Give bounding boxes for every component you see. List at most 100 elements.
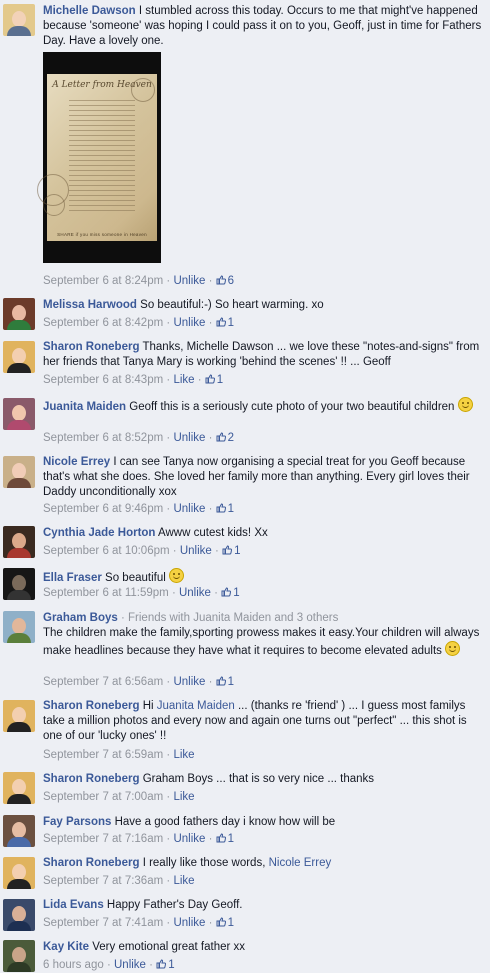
unlike-button[interactable]: Unlike — [173, 676, 205, 688]
comment-text: The children make the family,sporting pr… — [43, 627, 480, 657]
timestamp[interactable]: 6 hours ago — [43, 959, 104, 971]
author-name[interactable]: Nicole Errey — [43, 456, 110, 468]
author-name[interactable]: Sharon Roneberg — [43, 700, 139, 712]
timestamp[interactable]: September 7 at 6:59am — [43, 749, 163, 761]
unlike-button[interactable]: Unlike — [173, 503, 205, 515]
like-count[interactable]: 1 — [221, 587, 240, 599]
avatar[interactable] — [3, 456, 35, 488]
mutual-friends[interactable]: · Friends with Juanita Maiden and 3 othe… — [121, 612, 338, 624]
comment-meta: September 6 at 9:46pm · Unlike · 1 — [43, 503, 235, 515]
comment-meta: September 6 at 8:43pm · Like · 1 — [43, 374, 224, 386]
comment-body: Sharon Roneberg Thanks, Michelle Dawson … — [43, 340, 485, 370]
avatar[interactable] — [3, 4, 35, 36]
mention-link[interactable]: Nicole Errey — [269, 857, 332, 869]
comment-body: Melissa Harwood So beautiful:-) So heart… — [43, 298, 485, 313]
comment-text: Happy Father's Day Geoff. — [106, 899, 243, 911]
thumbs-up-icon — [156, 959, 167, 969]
like-count[interactable]: 1 — [216, 503, 234, 515]
avatar[interactable] — [3, 940, 35, 972]
author-name[interactable]: Juanita Maiden — [43, 401, 126, 413]
comment-body: Michelle Dawson I stumbled across this t… — [43, 4, 485, 49]
timestamp[interactable]: September 6 at 10:06pm — [43, 545, 170, 557]
thumbs-up-icon — [221, 587, 232, 597]
avatar[interactable] — [3, 857, 35, 889]
unlike-button[interactable]: Unlike — [173, 833, 205, 845]
timestamp[interactable]: September 6 at 8:42pm — [43, 317, 163, 329]
comment-meta: 6 hours ago · Unlike · 1 — [43, 959, 175, 971]
avatar[interactable] — [3, 341, 35, 373]
comment-meta: September 6 at 8:24pm · Unlike · 6 — [43, 275, 235, 287]
timestamp[interactable]: September 7 at 7:16am — [43, 833, 163, 845]
comment-body: Kay Kite Very emotional great father xx — [43, 940, 485, 955]
timestamp[interactable]: September 7 at 7:41am — [43, 917, 163, 929]
thumbs-up-icon — [216, 503, 226, 513]
timestamp[interactable]: September 7 at 6:56am — [43, 676, 163, 688]
avatar[interactable] — [3, 611, 35, 643]
author-name[interactable]: Fay Parsons — [43, 816, 111, 828]
like-button[interactable]: Like — [173, 791, 194, 803]
like-count[interactable]: 1 — [156, 959, 175, 971]
comment-body: Fay Parsons Have a good fathers day i kn… — [43, 815, 485, 830]
author-name[interactable]: Cynthia Jade Horton — [43, 527, 155, 539]
thumbs-up-icon — [216, 917, 226, 927]
smile-emoji-icon — [168, 568, 184, 583]
author-name[interactable]: Melissa Harwood — [43, 299, 137, 311]
comment-meta: September 7 at 7:00am · Like — [43, 791, 195, 803]
author-name[interactable]: Sharon Roneberg — [43, 857, 139, 869]
timestamp[interactable]: September 6 at 8:43pm — [43, 374, 163, 386]
unlike-button[interactable]: Unlike — [173, 432, 205, 444]
timestamp[interactable]: September 7 at 7:36am — [43, 875, 163, 887]
like-count[interactable]: 1 — [216, 676, 234, 688]
like-count[interactable]: 1 — [216, 317, 234, 329]
like-button[interactable]: Like — [173, 374, 194, 386]
author-name[interactable]: Ella Fraser — [43, 572, 102, 584]
avatar[interactable] — [3, 526, 35, 558]
timestamp[interactable]: September 6 at 11:59pm — [43, 587, 169, 599]
author-name[interactable]: Kay Kite — [43, 941, 89, 953]
unlike-button[interactable]: Unlike — [173, 317, 205, 329]
comment-body: Juanita Maiden Geoff this is a seriously… — [43, 397, 485, 415]
comment-body: Sharon Roneberg Graham Boys ... that is … — [43, 772, 485, 787]
avatar[interactable] — [3, 815, 35, 847]
comment-body: Nicole Errey I can see Tanya now organis… — [43, 455, 485, 500]
comment-text-pre: Hi — [142, 700, 154, 712]
unlike-button[interactable]: Unlike — [173, 275, 205, 287]
like-button[interactable]: Like — [173, 749, 194, 761]
like-count[interactable]: 1 — [205, 374, 223, 386]
like-button[interactable]: Like — [173, 875, 194, 887]
avatar[interactable] — [3, 700, 35, 732]
author-name[interactable]: Michelle Dawson — [43, 5, 136, 17]
avatar[interactable] — [3, 568, 35, 600]
comment-meta: September 7 at 7:36am · Like — [43, 875, 195, 887]
comment-text: Graham Boys ... that is so very nice ...… — [142, 773, 375, 785]
avatar[interactable] — [3, 899, 35, 931]
like-count[interactable]: 1 — [222, 545, 240, 557]
timestamp[interactable]: September 7 at 7:00am — [43, 791, 163, 803]
like-count[interactable]: 2 — [216, 432, 234, 444]
thumbs-up-icon — [216, 676, 226, 686]
unlike-button[interactable]: Unlike — [180, 545, 212, 557]
unlike-button[interactable]: Unlike — [179, 587, 211, 599]
timestamp[interactable]: September 6 at 9:46pm — [43, 503, 163, 515]
like-count[interactable]: 1 — [216, 833, 234, 845]
author-name[interactable]: Graham Boys — [43, 612, 118, 624]
timestamp[interactable]: September 6 at 8:24pm — [43, 275, 163, 287]
comment-text: Very emotional great father xx — [92, 941, 246, 953]
unlike-button[interactable]: Unlike — [173, 917, 205, 929]
like-count[interactable]: 1 — [216, 917, 234, 929]
comment-photo[interactable]: A Letter from Heaven SHARE if you miss s… — [37, 52, 161, 263]
author-name[interactable]: Sharon Roneberg — [43, 773, 139, 785]
author-name[interactable]: Sharon Roneberg — [43, 341, 139, 353]
avatar[interactable] — [3, 398, 35, 430]
like-count[interactable]: 6 — [216, 275, 234, 287]
unlike-button[interactable]: Unlike — [114, 959, 146, 971]
photo-footer: SHARE if you miss someone in Heaven — [57, 232, 147, 237]
author-name[interactable]: Lida Evans — [43, 899, 104, 911]
comment-body: Graham Boys · Friends with Juanita Maide… — [43, 611, 485, 659]
comment-text: Have a good fathers day i know how will … — [114, 816, 336, 828]
comment-meta: September 6 at 11:59pm · Unlike · 1 — [43, 587, 240, 599]
mention-link[interactable]: Juanita Maiden — [157, 700, 235, 712]
avatar[interactable] — [3, 298, 35, 330]
avatar[interactable] — [3, 772, 35, 804]
timestamp[interactable]: September 6 at 8:52pm — [43, 432, 163, 444]
